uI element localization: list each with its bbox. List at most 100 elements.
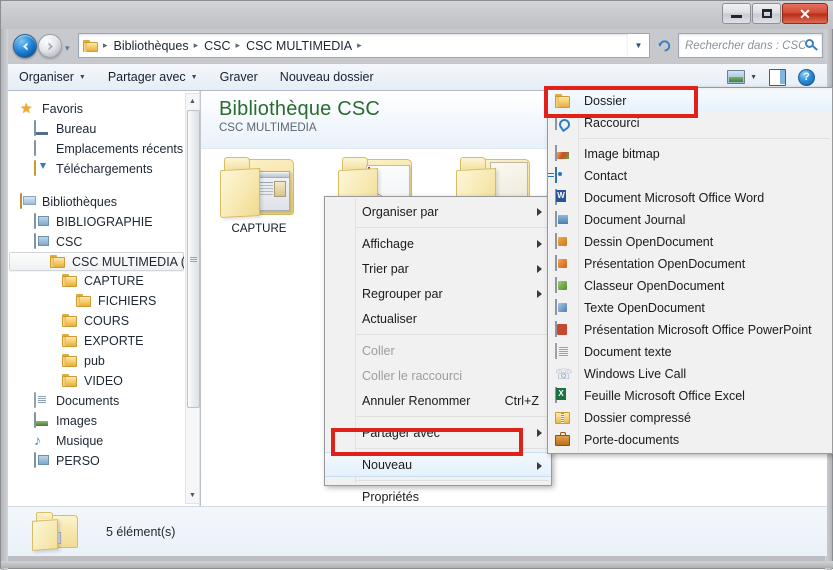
submenu-item-dessin-opendocument[interactable]: Dessin OpenDocument <box>548 231 832 253</box>
sidebar-item-label: BIBLIOGRAPHIE <box>56 215 153 229</box>
breadcrumb-item-0[interactable]: Bibliothèques <box>111 39 192 53</box>
scroll-down-button[interactable]: ▼ <box>186 488 199 502</box>
chevron-down-icon: ▾ <box>65 43 70 53</box>
submenu-item-classeur-opendocument[interactable]: Classeur OpenDocument <box>548 275 832 297</box>
sidebar-item-label: pub <box>84 354 105 368</box>
menu-item-coller-le-raccourci: Coller le raccourci <box>325 363 551 388</box>
sidebar-item-csc[interactable]: CSC <box>8 232 184 252</box>
folder-icon <box>62 353 79 369</box>
menu-item-label: Affichage <box>362 236 414 251</box>
menu-item-affichage[interactable]: Affichage <box>325 231 551 256</box>
change-view-button[interactable]: ▼ <box>723 65 761 89</box>
address-bar: ▾ ▸ Bibliothèques ▸ CSC ▸ CSC MULTIMEDIA… <box>8 29 827 63</box>
sidebar-item-label: Téléchargements <box>56 162 153 176</box>
breadcrumb-separator[interactable]: ▸ <box>355 40 365 51</box>
submenu-item-label: Porte-documents <box>584 433 680 447</box>
submenu-item-dossier[interactable]: Dossier <box>548 90 832 112</box>
minimize-button[interactable] <box>722 3 751 24</box>
breadcrumb-separator[interactable]: ▸ <box>234 40 244 51</box>
sidebar-item-emplacements-recents[interactable]: Emplacements récents <box>8 139 184 159</box>
folder-tree: ★ Favoris Bureau Emplacements récents Té… <box>8 91 184 506</box>
breadcrumb-separator[interactable]: ▸ <box>192 40 202 51</box>
submenu-item-document-texte[interactable]: Document texte <box>548 341 832 363</box>
submenu-item-label: Présentation OpenDocument <box>584 257 746 271</box>
submenu-item-presentation-opendocument[interactable]: Présentation OpenDocument <box>548 253 832 275</box>
sidebar-item-bureau[interactable]: Bureau <box>8 119 184 139</box>
submenu-item-contact[interactable]: Contact <box>548 165 832 187</box>
menu-item-actualiser[interactable]: Actualiser <box>325 306 551 331</box>
submenu-item-label: Dossier compressé <box>584 411 691 425</box>
window-controls: ✕ <box>722 3 828 24</box>
sidebar-item-bibliotheques[interactable]: Bibliothèques <box>8 192 184 212</box>
sidebar-item-capture[interactable]: CAPTURE <box>8 271 184 291</box>
sidebar-item-label: CSC MULTIMEDIA (C:) <box>72 254 184 269</box>
opendocument-drawing-icon <box>555 233 572 250</box>
chevron-right-icon <box>537 462 542 470</box>
menu-item-organiser-par[interactable]: Organiser par <box>325 199 551 224</box>
scrollbar-thumb[interactable] <box>187 110 200 408</box>
sidebar-item-label: Emplacements récents <box>56 142 184 156</box>
menu-item-label: Coller <box>362 343 395 358</box>
search-icon <box>805 39 818 52</box>
sidebar-item-perso[interactable]: PERSO <box>8 451 184 471</box>
search-input[interactable]: Rechercher dans : CSC MUL... <box>678 33 823 58</box>
breadcrumb-item-2[interactable]: CSC MULTIMEDIA <box>243 39 355 53</box>
submenu-item-dossier-compresse[interactable]: Dossier compressé <box>548 407 832 429</box>
sidebar-item-exporte[interactable]: EXPORTE <box>8 331 184 351</box>
sidebar-item-video[interactable]: VIDEO <box>8 371 184 391</box>
sidebar-item-fichiers[interactable]: FICHIERS <box>8 291 184 311</box>
menu-item-shortcut: Ctrl+Z <box>504 393 539 408</box>
submenu-item-document-word[interactable]: Document Microsoft Office Word <box>548 187 832 209</box>
sidebar-item-cours[interactable]: COURS <box>8 311 184 331</box>
menu-item-regrouper-par[interactable]: Regrouper par <box>325 281 551 306</box>
submenu-item-porte-documents[interactable]: Porte-documents <box>548 429 832 451</box>
sidebar-item-images[interactable]: Images <box>8 411 184 431</box>
breadcrumb-item-1[interactable]: CSC <box>201 39 233 53</box>
refresh-icon <box>657 40 670 52</box>
menu-separator <box>356 448 549 449</box>
address-dropdown-button[interactable]: ▼ <box>628 33 650 58</box>
submenu-item-presentation-powerpoint[interactable]: Présentation Microsoft Office PowerPoint <box>548 319 832 341</box>
nouveau-dossier-label: Nouveau dossier <box>279 70 374 84</box>
sidebar-item-csc-multimedia[interactable]: CSC MULTIMEDIA (C:) <box>9 252 184 271</box>
sidebar-item-telechargements[interactable]: Téléchargements <box>8 159 184 179</box>
sidebar-item-favoris[interactable]: ★ Favoris <box>8 99 184 119</box>
submenu-item-feuille-excel[interactable]: Feuille Microsoft Office Excel <box>548 385 832 407</box>
refresh-button[interactable] <box>654 36 674 55</box>
sidebar-item-musique[interactable]: ♪ Musique <box>8 431 184 451</box>
close-icon: ✕ <box>799 5 811 22</box>
sidebar-item-pub[interactable]: pub <box>8 351 184 371</box>
preview-pane-button[interactable] <box>763 65 792 89</box>
documents-icon <box>34 392 51 409</box>
list-item[interactable]: CAPTURE <box>211 155 307 235</box>
help-icon: ? <box>798 68 815 86</box>
menu-item-partager-avec[interactable]: Partager avec <box>325 420 551 445</box>
close-button[interactable]: ✕ <box>782 3 828 24</box>
organiser-button[interactable]: Organiser ▼ <box>8 65 97 89</box>
partager-avec-button[interactable]: Partager avec ▼ <box>97 65 209 89</box>
menu-item-annuler-renommer[interactable]: Annuler Renommer Ctrl+Z <box>325 388 551 413</box>
sidebar-item-documents[interactable]: Documents <box>8 391 184 411</box>
submenu-item-image-bitmap[interactable]: Image bitmap <box>548 143 832 165</box>
help-button[interactable]: ? <box>794 65 819 89</box>
forward-button[interactable] <box>38 34 62 58</box>
breadcrumb[interactable]: ▸ Bibliothèques ▸ CSC ▸ CSC MULTIMEDIA ▸ <box>78 33 628 58</box>
view-layout-icon <box>727 70 746 84</box>
submenu-item-windows-live-call[interactable]: ☏ Windows Live Call <box>548 363 832 385</box>
submenu-item-texte-opendocument[interactable]: Texte OpenDocument <box>548 297 832 319</box>
history-dropdown-button[interactable]: ▾ <box>65 43 70 54</box>
menu-item-nouveau[interactable]: Nouveau <box>325 452 551 477</box>
maximize-button[interactable] <box>752 3 781 24</box>
navigation-pane-scrollbar[interactable]: ▲ ▼ <box>185 93 200 504</box>
folder-icon <box>50 254 67 270</box>
text-document-icon <box>555 343 572 360</box>
sidebar-item-bibliographie[interactable]: BIBLIOGRAPHIE <box>8 212 184 232</box>
scroll-up-button[interactable]: ▲ <box>186 94 199 108</box>
submenu-item-raccourci[interactable]: Raccourci <box>548 112 832 134</box>
menu-item-trier-par[interactable]: Trier par <box>325 256 551 281</box>
graver-button[interactable]: Graver <box>209 65 269 89</box>
downloads-icon <box>34 160 51 177</box>
submenu-item-document-journal[interactable]: Document Journal <box>548 209 832 231</box>
nouveau-dossier-button[interactable]: Nouveau dossier <box>269 65 385 89</box>
back-button[interactable] <box>13 34 37 58</box>
